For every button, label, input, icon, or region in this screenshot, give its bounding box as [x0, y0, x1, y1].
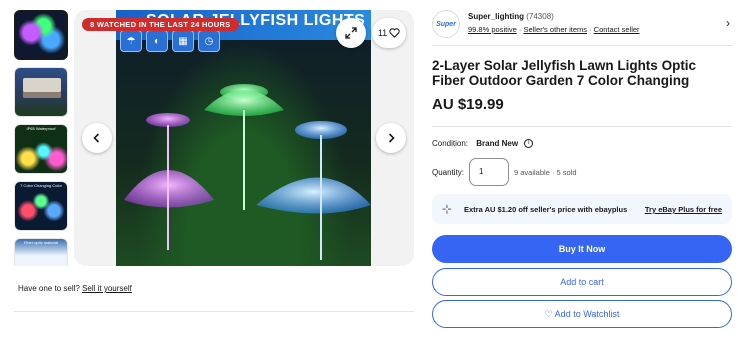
listing-price: AU $19.99: [432, 96, 504, 113]
quantity-input[interactable]: 1: [469, 158, 509, 186]
chevron-right-icon: ›: [726, 16, 730, 30]
seller-feedback-count: (74308): [526, 12, 554, 21]
add-to-cart-button[interactable]: Add to cart: [432, 268, 732, 296]
thumbnail-4[interactable]: 7 Color Changing Color: [14, 181, 68, 231]
thumbnail-3[interactable]: IP65 Waterproof: [14, 124, 68, 174]
ebay-plus-text: Extra AU $1.20 off seller's price with e…: [464, 205, 628, 214]
ebay-plus-icon: ⊹: [442, 202, 453, 216]
thumbnail-strip: IP65 Waterproof 7 Color Changing Color F…: [14, 10, 70, 266]
divider: [14, 311, 414, 312]
thumbnail-label: 7 Color Changing Color: [20, 183, 62, 188]
seller-positive-link[interactable]: 99.8% positive: [468, 25, 517, 34]
seller-name-text: Super_lighting: [468, 12, 524, 21]
sell-prompt: Have one to sell? Sell it yourself: [18, 284, 132, 293]
availability-text: 9 available · 5 sold: [514, 168, 577, 177]
watch-button[interactable]: 11: [372, 18, 406, 48]
try-ebay-plus-link[interactable]: Try eBay Plus for free: [645, 205, 722, 214]
contact-seller-link[interactable]: Contact seller: [594, 25, 640, 34]
seller-logo: Super: [432, 10, 460, 38]
seller-name: Super_lighting (74308): [468, 12, 554, 21]
divider: [432, 126, 732, 127]
thumbnail-1[interactable]: [14, 10, 68, 60]
condition-value: Brand New: [476, 139, 519, 148]
sell-prompt-text: Have one to sell?: [18, 284, 80, 293]
main-product-image[interactable]: SOLAR JELLYFISH LIGHTS ☂ ◐ ▦ ◷ 8 WATCHED…: [74, 10, 414, 266]
info-icon[interactable]: i: [524, 139, 534, 149]
listing-title: 2-Layer Solar Jellyfish Lawn Lights Opti…: [432, 58, 697, 88]
previous-image-button[interactable]: [82, 123, 112, 153]
condition-row: Condition: Brand New i: [432, 139, 534, 149]
product-photo: SOLAR JELLYFISH LIGHTS ☂ ◐ ▦ ◷: [116, 10, 371, 266]
buy-it-now-button[interactable]: Buy It Now: [432, 235, 732, 263]
watch-count: 11: [377, 28, 388, 38]
expand-image-button[interactable]: [336, 18, 366, 48]
thumbnail-2[interactable]: [14, 67, 68, 117]
thumbnail-label: IP65 Waterproof: [26, 126, 56, 131]
expand-icon: [345, 27, 357, 39]
watch-banner: 8 WATCHED IN THE LAST 24 HOURS: [82, 18, 239, 31]
seller-card[interactable]: Super Super_lighting (74308) 99.8% posit…: [432, 10, 732, 38]
jellyfish-lights-art: [124, 84, 371, 260]
ebay-plus-banner: ⊹ Extra AU $1.20 off seller's price with…: [432, 194, 732, 224]
divider: [432, 45, 732, 46]
condition-label: Condition:: [432, 139, 469, 148]
heart-icon: [389, 28, 400, 38]
next-image-button[interactable]: [376, 123, 406, 153]
chevron-right-icon: [388, 133, 395, 143]
chevron-left-icon: [93, 133, 100, 143]
thumbnail-5[interactable]: Fiber optic material: [14, 238, 68, 266]
seller-other-items-link[interactable]: Seller's other items: [523, 25, 587, 34]
quantity-label: Quantity:: [432, 168, 465, 177]
thumbnail-label: Fiber optic material: [23, 240, 58, 245]
seller-links: 99.8% positive · Seller's other items · …: [468, 25, 640, 34]
add-to-watchlist-button[interactable]: ♡ Add to Watchlist: [432, 300, 732, 328]
sell-it-yourself-link[interactable]: Sell it yourself: [82, 284, 132, 293]
